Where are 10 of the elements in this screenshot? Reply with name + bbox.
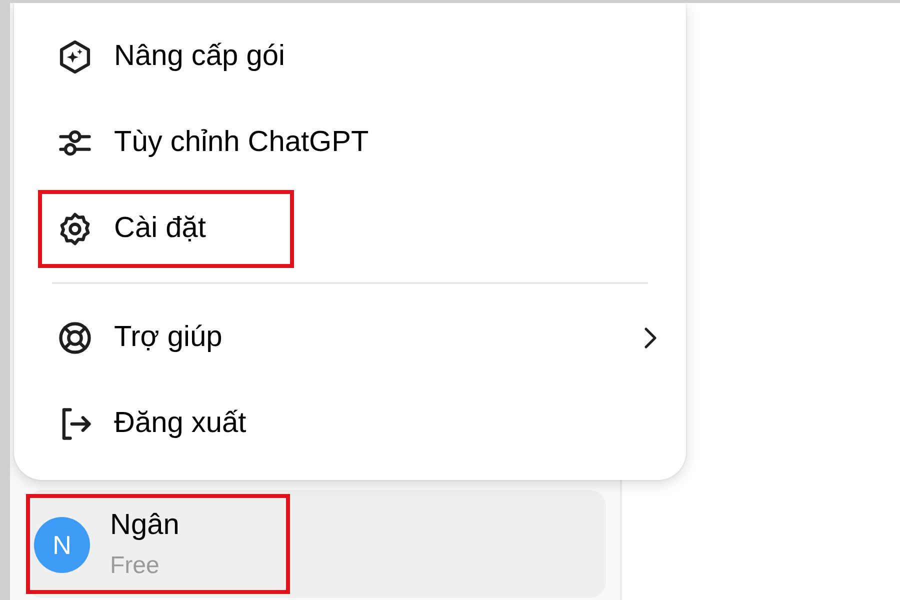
menu-item[interactable]: Nâng cấp gói (14, 14, 686, 100)
avatar: N (34, 517, 90, 573)
user-profile-row[interactable]: N Ngân Free (26, 490, 606, 598)
menu-item[interactable]: Tùy chỉnh ChatGPT (14, 100, 686, 186)
menu-item[interactable]: Cài đặt (14, 186, 686, 272)
menu-item[interactable]: Đăng xuất (14, 381, 686, 467)
lifebuoy-icon (56, 319, 94, 357)
user-name: Ngân (110, 510, 180, 542)
menu-item[interactable]: Trợ giúp (14, 295, 686, 381)
plan-label: Free (110, 550, 160, 581)
